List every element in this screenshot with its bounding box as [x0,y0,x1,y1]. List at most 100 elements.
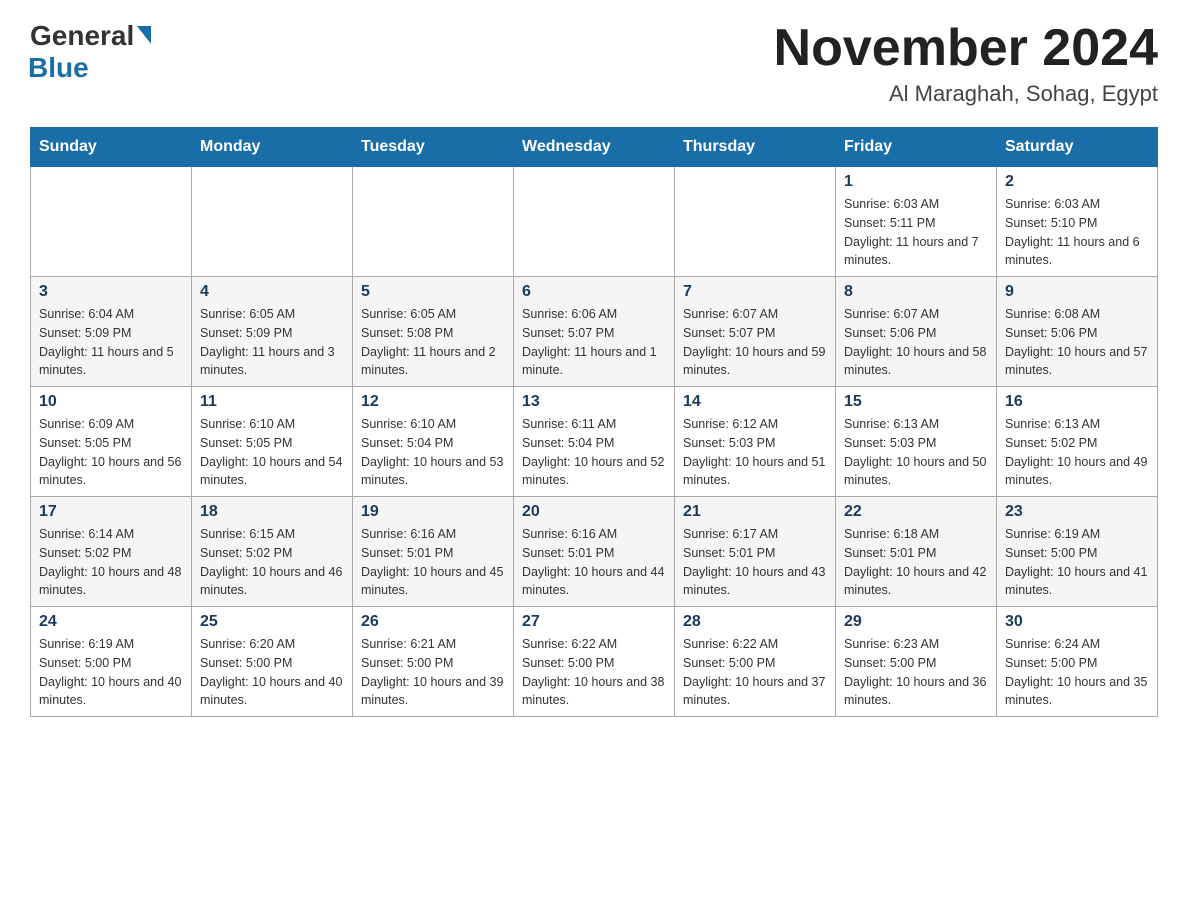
day-number: 19 [361,503,505,521]
day-info: Sunrise: 6:07 AMSunset: 5:07 PMDaylight:… [683,305,827,380]
calendar-cell: 11 Sunrise: 6:10 AMSunset: 5:05 PMDayligh… [192,387,353,497]
calendar-cell: 29 Sunrise: 6:23 AMSunset: 5:00 PMDayligh… [836,607,997,717]
calendar-week-row: 24Sunrise: 6:19 AMSunset: 5:00 PMDayligh… [31,607,1158,717]
day-info: Sunrise: 6:22 AMSunset: 5:00 PMDaylight:… [522,635,666,710]
day-number: 3 [39,283,183,301]
calendar-cell: 23Sunrise: 6:19 AMSunset: 5:00 PMDayligh… [997,497,1158,607]
column-header-sunday: Sunday [31,128,192,167]
day-number: 10 [39,393,183,411]
day-info: Sunrise: 6:24 AMSunset: 5:00 PMDaylight:… [1005,635,1149,710]
calendar-cell: 9 Sunrise: 6:08 AMSunset: 5:06 PMDaylight… [997,277,1158,387]
day-number: 30 [1005,613,1149,631]
day-info: Sunrise: 6:17 AMSunset: 5:01 PMDaylight:… [683,525,827,600]
calendar-cell: 6Sunrise: 6:06 AMSunset: 5:07 PMDaylight… [514,277,675,387]
day-number: 23 [1005,503,1149,521]
day-info: Sunrise: 6:08 AMSunset: 5:06 PMDaylight:… [1005,305,1149,380]
day-info: Sunrise: 6:23 AMSunset: 5:00 PMDaylight:… [844,635,988,710]
day-info: Sunrise: 6:13 AMSunset: 5:02 PMDaylight:… [1005,415,1149,490]
logo-triangle-icon [137,26,151,44]
day-number: 29 [844,613,988,631]
calendar-cell [675,167,836,277]
calendar-cell [192,167,353,277]
calendar-cell: 7 Sunrise: 6:07 AMSunset: 5:07 PMDaylight… [675,277,836,387]
day-number: 13 [522,393,666,411]
day-number: 18 [200,503,344,521]
day-number: 20 [522,503,666,521]
calendar-cell: 3 Sunrise: 6:04 AMSunset: 5:09 PMDaylight… [31,277,192,387]
day-info: Sunrise: 6:03 AMSunset: 5:11 PMDaylight:… [844,195,988,270]
calendar-cell [353,167,514,277]
logo-general-text: General [30,20,151,52]
day-number: 16 [1005,393,1149,411]
day-info: Sunrise: 6:20 AMSunset: 5:00 PMDaylight:… [200,635,344,710]
calendar-week-row: 10 Sunrise: 6:09 AMSunset: 5:05 PMDayligh… [31,387,1158,497]
header-row: SundayMondayTuesdayWednesdayThursdayFrid… [31,128,1158,167]
day-number: 2 [1005,173,1149,191]
day-info: Sunrise: 6:12 AMSunset: 5:03 PMDaylight:… [683,415,827,490]
day-number: 11 [200,393,344,411]
calendar-cell: 15 Sunrise: 6:13 AMSunset: 5:03 PMDayligh… [836,387,997,497]
day-number: 8 [844,283,988,301]
logo: General Blue [30,20,151,84]
calendar-cell: 1 Sunrise: 6:03 AMSunset: 5:11 PMDaylight… [836,167,997,277]
calendar-cell: 5 Sunrise: 6:05 AMSunset: 5:08 PMDaylight… [353,277,514,387]
day-number: 22 [844,503,988,521]
day-info: Sunrise: 6:07 AMSunset: 5:06 PMDaylight:… [844,305,988,380]
day-info: Sunrise: 6:10 AMSunset: 5:05 PMDaylight:… [200,415,344,490]
day-number: 28 [683,613,827,631]
day-info: Sunrise: 6:04 AMSunset: 5:09 PMDaylight:… [39,305,183,380]
day-info: Sunrise: 6:05 AMSunset: 5:09 PMDaylight:… [200,305,344,380]
calendar-week-row: 3 Sunrise: 6:04 AMSunset: 5:09 PMDaylight… [31,277,1158,387]
calendar-cell: 2 Sunrise: 6:03 AMSunset: 5:10 PMDaylight… [997,167,1158,277]
calendar-cell: 17Sunrise: 6:14 AMSunset: 5:02 PMDayligh… [31,497,192,607]
calendar-cell: 22Sunrise: 6:18 AMSunset: 5:01 PMDayligh… [836,497,997,607]
calendar-cell: 8 Sunrise: 6:07 AMSunset: 5:06 PMDaylight… [836,277,997,387]
day-number: 7 [683,283,827,301]
day-info: Sunrise: 6:21 AMSunset: 5:00 PMDaylight:… [361,635,505,710]
calendar-cell: 14 Sunrise: 6:12 AMSunset: 5:03 PMDayligh… [675,387,836,497]
day-number: 27 [522,613,666,631]
calendar-title: November 2024 [774,20,1158,77]
day-number: 17 [39,503,183,521]
calendar-cell: 21 Sunrise: 6:17 AMSunset: 5:01 PMDayligh… [675,497,836,607]
calendar-cell: 20Sunrise: 6:16 AMSunset: 5:01 PMDayligh… [514,497,675,607]
day-info: Sunrise: 6:13 AMSunset: 5:03 PMDaylight:… [844,415,988,490]
page-header: General Blue November 2024 Al Maraghah, … [30,20,1158,107]
column-header-thursday: Thursday [675,128,836,167]
calendar-cell: 24Sunrise: 6:19 AMSunset: 5:00 PMDayligh… [31,607,192,717]
day-number: 9 [1005,283,1149,301]
calendar-cell: 28Sunrise: 6:22 AMSunset: 5:00 PMDayligh… [675,607,836,717]
day-info: Sunrise: 6:03 AMSunset: 5:10 PMDaylight:… [1005,195,1149,270]
day-number: 21 [683,503,827,521]
calendar-cell: 26 Sunrise: 6:21 AMSunset: 5:00 PMDayligh… [353,607,514,717]
calendar-cell: 19 Sunrise: 6:16 AMSunset: 5:01 PMDayligh… [353,497,514,607]
calendar-cell: 4 Sunrise: 6:05 AMSunset: 5:09 PMDaylight… [192,277,353,387]
day-info: Sunrise: 6:11 AMSunset: 5:04 PMDaylight:… [522,415,666,490]
column-header-saturday: Saturday [997,128,1158,167]
day-number: 15 [844,393,988,411]
day-number: 1 [844,173,988,191]
day-number: 5 [361,283,505,301]
column-header-friday: Friday [836,128,997,167]
calendar-cell [514,167,675,277]
day-number: 14 [683,393,827,411]
calendar-cell: 10 Sunrise: 6:09 AMSunset: 5:05 PMDayligh… [31,387,192,497]
calendar-cell: 18 Sunrise: 6:15 AMSunset: 5:02 PMDayligh… [192,497,353,607]
calendar-table: SundayMondayTuesdayWednesdayThursdayFrid… [30,127,1158,717]
logo-word-blue: Blue [28,52,89,84]
day-info: Sunrise: 6:09 AMSunset: 5:05 PMDaylight:… [39,415,183,490]
day-info: Sunrise: 6:10 AMSunset: 5:04 PMDaylight:… [361,415,505,490]
calendar-cell: 12 Sunrise: 6:10 AMSunset: 5:04 PMDayligh… [353,387,514,497]
day-info: Sunrise: 6:05 AMSunset: 5:08 PMDaylight:… [361,305,505,380]
day-number: 4 [200,283,344,301]
day-info: Sunrise: 6:16 AMSunset: 5:01 PMDaylight:… [361,525,505,600]
column-header-monday: Monday [192,128,353,167]
day-info: Sunrise: 6:06 AMSunset: 5:07 PMDaylight:… [522,305,666,380]
day-number: 12 [361,393,505,411]
title-block: November 2024 Al Maraghah, Sohag, Egypt [774,20,1158,107]
logo-word-general: General [30,20,134,52]
calendar-cell: 16 Sunrise: 6:13 AMSunset: 5:02 PMDayligh… [997,387,1158,497]
day-info: Sunrise: 6:15 AMSunset: 5:02 PMDaylight:… [200,525,344,600]
calendar-header: SundayMondayTuesdayWednesdayThursdayFrid… [31,128,1158,167]
day-number: 26 [361,613,505,631]
